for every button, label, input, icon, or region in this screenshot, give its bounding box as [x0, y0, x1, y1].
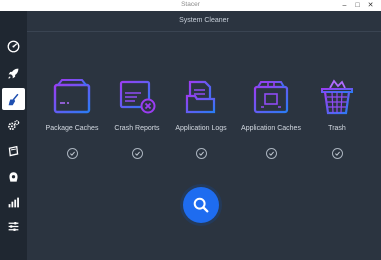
sidebar-item-services[interactable] — [2, 114, 25, 136]
category-label: Crash Reports — [114, 125, 160, 132]
speedometer-icon — [7, 40, 20, 52]
box-icon — [9, 171, 18, 182]
sidebar — [0, 11, 27, 260]
window-titlebar: Stacer – □ ✕ — [0, 0, 381, 11]
window-title: Stacer — [181, 1, 200, 8]
close-button[interactable]: ✕ — [364, 0, 377, 11]
sidebar-item-apt-repository[interactable] — [2, 166, 25, 188]
broom-icon — [8, 93, 19, 105]
application-logs-checkbox[interactable] — [195, 148, 207, 159]
window-controls: – □ ✕ — [338, 0, 377, 11]
category-trash[interactable]: Trash — [306, 79, 368, 159]
crash-reports-checkbox[interactable] — [131, 148, 143, 159]
checkmark-icon — [69, 151, 75, 156]
minimize-button[interactable]: – — [338, 0, 351, 11]
category-label: Application Logs — [175, 125, 227, 132]
sidebar-item-resources[interactable] — [2, 191, 25, 213]
category-package-caches[interactable]: Package Caches — [41, 79, 103, 159]
category-crash-reports[interactable]: Crash Reports — [106, 79, 168, 159]
category-label: Trash — [328, 125, 346, 132]
application-caches-checkbox[interactable] — [265, 148, 277, 159]
scan-button[interactable] — [183, 187, 219, 223]
checkmark-icon — [268, 151, 274, 156]
trash-checkbox[interactable] — [331, 148, 343, 159]
category-application-logs[interactable]: Application Logs — [170, 79, 232, 159]
sidebar-item-uninstaller[interactable] — [2, 140, 25, 162]
header-divider — [27, 31, 381, 32]
system-cleaner-panel: System Cleaner Package Caches Crash Repo… — [27, 11, 381, 260]
page-title: System Cleaner — [179, 17, 229, 24]
gears-icon — [8, 119, 20, 130]
checkmark-icon — [134, 151, 140, 156]
sliders-icon — [8, 221, 19, 231]
sidebar-item-startup-apps[interactable] — [2, 62, 25, 84]
package-icon — [8, 145, 19, 156]
sidebar-item-system-cleaner[interactable] — [2, 88, 25, 110]
checkmark-icon — [198, 151, 204, 156]
app-cache-box-icon — [253, 81, 289, 114]
package-box-icon — [53, 79, 91, 114]
page-header: System Cleaner — [27, 11, 381, 33]
package-caches-checkbox[interactable] — [66, 148, 78, 159]
category-label: Package Caches — [45, 125, 99, 132]
rocket-icon — [8, 68, 19, 79]
sidebar-item-settings[interactable] — [2, 215, 25, 237]
sidebar-item-dashboard[interactable] — [2, 35, 25, 57]
category-label: Application Caches — [241, 125, 301, 132]
maximize-button[interactable]: □ — [351, 0, 364, 11]
checkmark-icon — [334, 151, 340, 156]
category-application-caches[interactable]: Application Caches — [240, 79, 302, 159]
crash-report-icon — [119, 80, 156, 114]
trash-basket-icon — [321, 79, 353, 115]
logs-folder-icon — [185, 80, 216, 114]
bar-chart-icon — [8, 197, 19, 207]
search-icon — [193, 197, 209, 213]
